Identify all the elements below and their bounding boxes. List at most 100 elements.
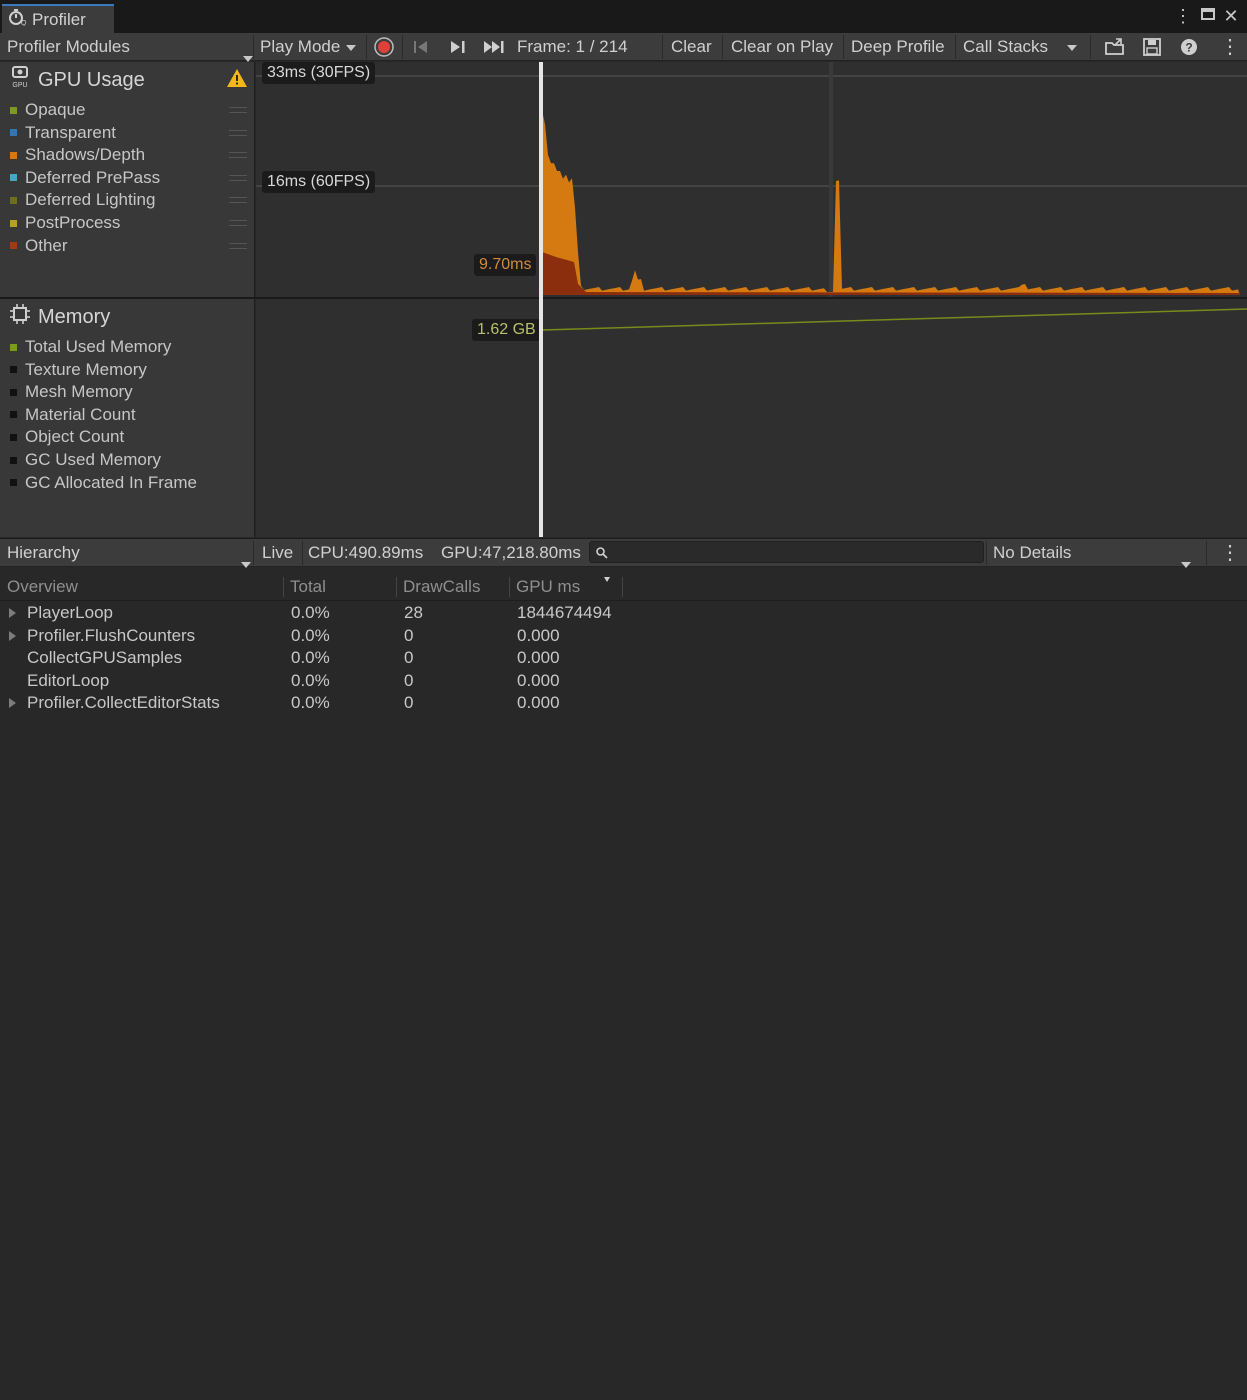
details-menu-icon[interactable]: ⋮ [1220,539,1240,567]
drag-handle-icon[interactable] [229,242,247,249]
profiler-toolbar: Profiler Modules Play Mode Frame: 1 / 21… [0,33,1247,62]
column-total[interactable]: Total [290,573,326,601]
search-field[interactable] [589,541,984,563]
memory-graph[interactable]: 1.62 GB [256,299,1247,537]
deep-profile-toggle[interactable]: Deep Profile [851,33,945,61]
legend-swatch [10,479,17,487]
legend-item[interactable]: Mesh Memory [10,381,133,403]
legend-swatch [10,151,17,159]
drag-handle-icon[interactable] [229,220,247,226]
clear-button[interactable]: Clear [671,33,712,61]
sort-desc-icon [604,577,610,582]
table-row[interactable]: Profiler.FlushCounters 0.0% 0 0.000 [0,625,1247,647]
drag-handle-icon[interactable] [229,174,247,181]
column-gpu-ms[interactable]: GPU ms [516,573,580,601]
drag-handle-icon[interactable] [229,129,247,136]
help-icon: ? [1181,39,1197,55]
hierarchy-column-header: Overview Total DrawCalls GPU ms [0,573,1247,601]
legend-item[interactable]: Deferred PrePass [10,167,160,189]
search-icon [595,545,609,565]
close-icon[interactable]: ✕ [1221,6,1241,26]
frame-cursor[interactable] [539,62,543,537]
chevron-down-icon [346,44,357,51]
profiler-tab[interactable]: Q Profiler [2,4,114,33]
drag-handle-icon[interactable] [229,107,247,113]
details-dropdown[interactable]: No Details [993,539,1193,568]
legend-item[interactable]: Shadows/Depth [10,144,145,166]
drag-handle-icon[interactable] [229,197,247,204]
column-drawcalls[interactable]: DrawCalls [403,573,480,601]
help-button[interactable]: ? [1178,37,1200,57]
window-menu-icon[interactable]: ⋮ [1173,6,1193,26]
total-used-memory-line [541,308,1247,331]
cell-drawcalls: 0 [404,693,414,713]
legend-item[interactable]: Total Used Memory [10,336,171,358]
first-frame-button[interactable] [410,38,432,56]
legend-item[interactable]: Deferred Lighting [10,189,155,211]
frame-counter: Frame: 1 / 214 [517,37,628,56]
last-frame-button[interactable] [481,38,507,56]
legend-item[interactable]: Transparent [10,122,116,144]
column-separator[interactable] [396,577,397,597]
table-row[interactable]: Profiler.CollectEditorStats 0.0% 0 0.000 [0,692,1247,714]
table-row[interactable]: PlayerLoop 0.0% 28 1844674494 [0,602,1247,624]
legend-item[interactable]: Opaque [10,99,86,121]
step-forward-icon [451,41,465,53]
profiler-modules-label: Profiler Modules [7,37,130,56]
load-button[interactable] [1104,37,1126,57]
column-separator[interactable] [622,577,623,597]
clear-on-play-toggle[interactable]: Clear on Play [731,33,833,61]
legend-swatch [10,456,17,464]
legend-item[interactable]: Texture Memory [10,359,147,381]
call-stacks-dropdown[interactable] [1061,33,1077,61]
separator [366,35,367,59]
expand-arrow-icon[interactable] [9,630,16,641]
record-icon [374,37,394,57]
save-button[interactable] [1141,37,1163,57]
legend-item[interactable]: Object Count [10,426,124,448]
cell-gpu: 0.000 [517,648,560,668]
chevron-down-icon [1181,561,1191,568]
chevron-down-icon [243,55,253,62]
legend-item[interactable]: GC Allocated In Frame [10,472,197,494]
memory-module-title: Memory [10,303,110,330]
legend-swatch [10,388,17,396]
live-toggle[interactable]: Live [262,539,293,567]
expand-arrow-icon[interactable] [9,698,16,709]
gpu-icon: GPU [10,65,30,95]
expand-arrow-icon[interactable] [9,608,16,618]
column-separator[interactable] [509,577,510,597]
legend-item[interactable]: Material Count [10,404,136,426]
gpu-usage-chart [256,62,1247,297]
legend-item[interactable]: PostProcess [10,212,120,234]
column-separator[interactable] [283,577,284,597]
column-overview[interactable]: Overview [7,573,78,601]
drag-handle-icon[interactable] [229,152,247,159]
next-frame-button[interactable] [447,38,469,56]
legend-label: Total Used Memory [25,337,172,356]
record-button[interactable] [373,36,395,58]
play-mode-dropdown[interactable]: Play Mode [260,33,357,61]
cell-total: 0.0% [291,603,330,622]
legend-item[interactable]: Other [10,235,68,257]
legend-label: Object Count [25,427,125,447]
table-row[interactable]: CollectGPUSamples 0.0% 0 0.000 [0,647,1247,669]
gpu-module-panel[interactable]: GPU GPU Usage Opaque Transparent Shadows/D… [0,62,255,297]
cell-total: 0.0% [291,648,330,668]
hierarchy-tree: PlayerLoop 0.0% 28 1844674494 Profiler.Flush… [0,602,1247,1392]
legend-label: PostProcess [25,213,121,232]
memory-module-panel[interactable]: Memory Total Used Memory Texture Memory Me… [0,299,255,537]
more-options-icon[interactable]: ⋮ [1220,33,1240,61]
maximize-icon[interactable] [1198,6,1218,26]
legend-swatch [10,433,17,441]
separator [253,541,254,565]
gpu-usage-graph[interactable]: 33ms (30FPS) 16ms (60FPS) 9.70ms [256,62,1247,297]
legend-item[interactable]: GC Used Memory [10,449,161,471]
table-row[interactable]: EditorLoop 0.0% 0 0.000 [0,670,1247,692]
view-mode-dropdown[interactable]: Hierarchy [7,539,251,568]
call-stacks-toggle[interactable]: Call Stacks [963,33,1048,61]
window-titlebar [0,0,1247,33]
legend-label: GC Used Memory [25,450,162,469]
warning-icon[interactable] [226,68,248,88]
profiler-modules-dropdown[interactable]: Profiler Modules [7,33,253,62]
